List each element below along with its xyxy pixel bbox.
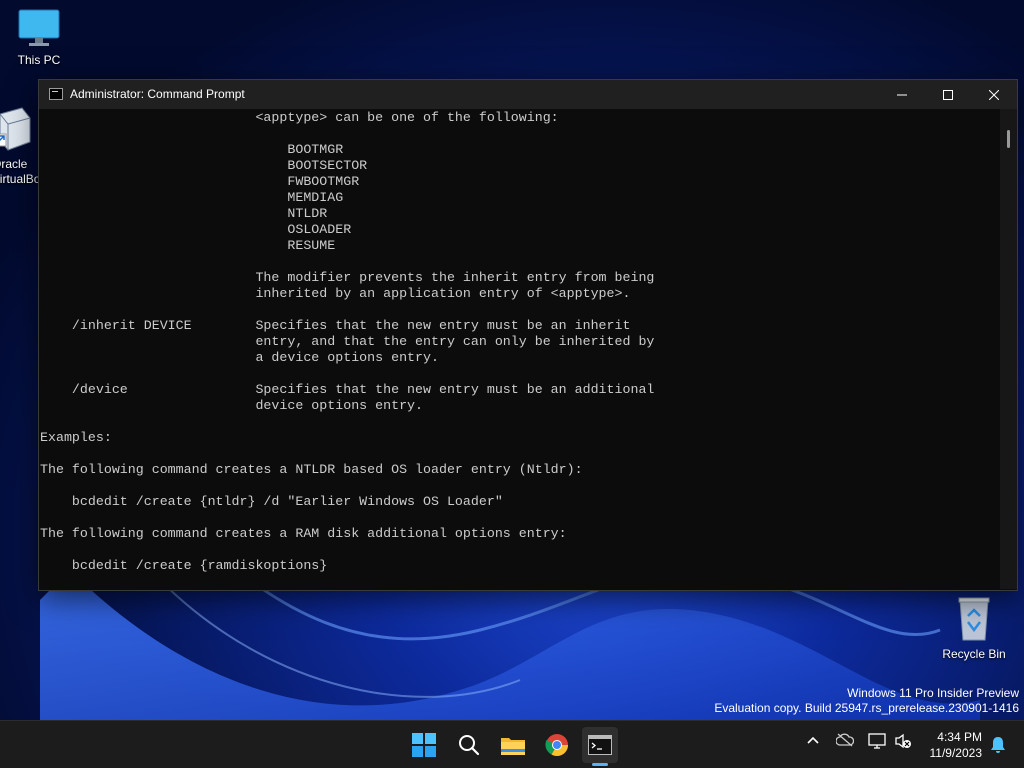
close-button[interactable] (971, 80, 1017, 109)
console-line: /device Specifies that the new entry mus… (40, 382, 655, 397)
command-prompt-window[interactable]: Administrator: Command Prompt <apptype> … (38, 79, 1018, 591)
volume-muted-icon[interactable] (894, 733, 912, 749)
console-line: NTLDR (40, 206, 328, 221)
console-line: The modifier prevents the inherit entry … (40, 270, 655, 285)
console-line: OSLOADER (40, 222, 352, 237)
monitor-icon (18, 9, 60, 46)
search-icon (459, 735, 480, 756)
command-prompt-icon (588, 735, 612, 755)
system-clock[interactable]: 4:34 PM 11/9/2023 (930, 729, 983, 761)
maximize-button[interactable] (925, 80, 971, 109)
console-line: The following command creates a NTLDR ba… (40, 462, 583, 477)
maximize-icon (943, 89, 953, 100)
desktop-icon-virtualbox[interactable]: Oracle VirtualBox (0, 104, 38, 187)
console-line: entry, and that the entry can only be in… (40, 334, 655, 349)
console-line: a device options entry. (40, 350, 439, 365)
console-line: BOOTMGR (40, 142, 344, 157)
chrome-button[interactable] (539, 727, 575, 763)
onedrive-cloud-icon[interactable] (836, 733, 854, 747)
start-icon (412, 733, 436, 757)
window-titlebar[interactable]: Administrator: Command Prompt (39, 80, 1017, 109)
scrollbar-thumb[interactable] (1007, 130, 1010, 148)
desktop-icon-label: This PC (17, 53, 61, 67)
console-line: <apptype> can be one of the following: (40, 110, 559, 125)
evaluation-watermark: Windows 11 Pro Insider Preview Evaluatio… (714, 686, 1019, 716)
recycle-bin-icon (958, 597, 990, 641)
clock-date: 11/9/2023 (929, 746, 983, 760)
console-line: FWBOOTMGR (40, 174, 360, 189)
command-prompt-taskbar-button[interactable] (582, 727, 618, 766)
console-line: The following command creates a RAM disk… (40, 526, 567, 541)
desktop-icon-this-pc[interactable]: This PC (3, 8, 75, 67)
running-indicator (592, 763, 608, 766)
window-title: Administrator: Command Prompt (70, 87, 245, 101)
console-line: inherited by an application entry of <ap… (40, 286, 631, 301)
taskbar: 4:34 PM 11/9/2023 (0, 720, 1024, 768)
minimize-icon (897, 94, 907, 95)
start-button[interactable] (406, 727, 442, 763)
show-hidden-icons-chevron-icon[interactable] (806, 733, 820, 747)
virtualbox-icon (0, 107, 31, 151)
console-output[interactable]: <apptype> can be one of the following: B… (39, 109, 999, 590)
desktop-icon-recycle-bin[interactable]: Recycle Bin (938, 596, 1010, 661)
command-prompt-icon (49, 88, 63, 100)
close-icon (989, 89, 999, 100)
console-line: Examples: (40, 430, 112, 445)
clock-time: 4:34 PM (937, 730, 982, 744)
console-line: device options entry. (40, 398, 424, 413)
console-line: bcdedit /create {ramdiskoptions} (40, 558, 328, 573)
chrome-icon (545, 734, 568, 756)
notification-bell-icon[interactable] (990, 736, 1006, 754)
network-icon[interactable] (868, 733, 886, 749)
console-line: RESUME (40, 238, 336, 253)
console-line: BOOTSECTOR (40, 158, 368, 173)
desktop-icon-label: Oracle VirtualBox (0, 157, 38, 186)
search-button[interactable] (451, 727, 487, 763)
minimize-button[interactable] (879, 80, 925, 109)
watermark-edition: Windows 11 Pro Insider Preview (847, 686, 1019, 700)
file-explorer-button[interactable] (495, 727, 531, 763)
desktop-icon-label: Recycle Bin (942, 647, 1006, 661)
watermark-build: Evaluation copy. Build 25947.rs_prerelea… (714, 701, 1019, 715)
console-line: MEMDIAG (40, 190, 344, 205)
file-explorer-icon (501, 738, 525, 755)
console-line: bcdedit /create {ntldr} /d "Earlier Wind… (40, 494, 503, 509)
vertical-scrollbar[interactable] (1000, 109, 1017, 589)
console-line: /inherit DEVICE Specifies that the new e… (40, 318, 631, 333)
